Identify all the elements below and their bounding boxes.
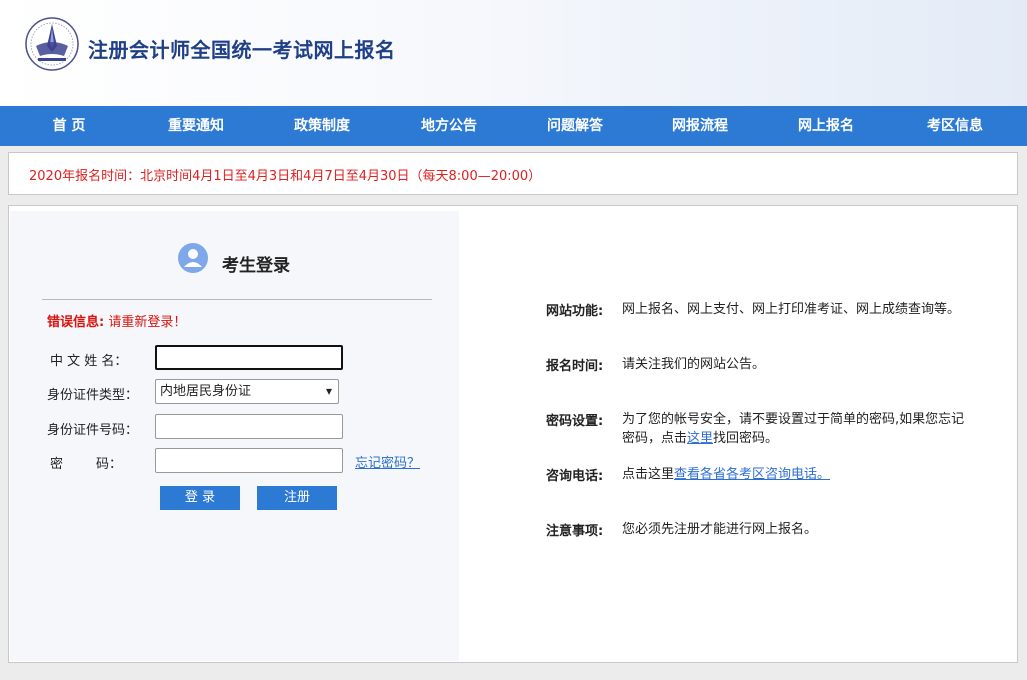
info-function-label: 网站功能: — [546, 304, 604, 319]
info-phone-text: 点击这里查看各省各考区咨询电话。 — [622, 465, 972, 484]
login-title: 考生登录 — [222, 256, 290, 276]
info-function-text: 网上报名、网上支付、网上打印准考证、网上成绩查询等。 — [622, 302, 961, 317]
info-password-text-1: 为了您的帐号安全，请不要设置过于简单的密码,如果您忘记密码，点击 — [622, 412, 965, 446]
nav-home[interactable]: 首 页 — [53, 106, 86, 146]
divider — [42, 299, 432, 300]
info-password-text: 为了您的帐号安全，请不要设置过于简单的密码,如果您忘记密码，点击这里找回密码。 — [622, 410, 972, 448]
info-phone-label: 咨询电话: — [546, 469, 604, 484]
nav-process[interactable]: 网报流程 — [672, 106, 728, 146]
nav-exam-area-info[interactable]: 考区信息 — [927, 106, 983, 146]
main-panel: 考生登录 错误信息: 请重新登录！ 中 文 姓 名： 身份证件类型： 内地居民身… — [8, 205, 1018, 663]
id-number-input[interactable] — [155, 414, 343, 439]
main-nav: 首 页 重要通知 政策制度 地方公告 问题解答 网报流程 网上报名 考区信息 — [0, 106, 1027, 146]
registration-notice: 2020年报名时间：北京时间4月1日至4月3日和4月7日至4月30日（每天8:0… — [8, 152, 1018, 195]
name-input[interactable] — [155, 345, 343, 370]
nav-local-announcements[interactable]: 地方公告 — [421, 106, 477, 146]
info-time-text: 请关注我们的网站公告。 — [622, 357, 766, 372]
password-input[interactable] — [155, 448, 343, 473]
info-password-text-2: 找回密码。 — [713, 431, 779, 446]
id-type-select[interactable]: 内地居民身份证 ▾ — [155, 379, 339, 404]
id-type-value: 内地居民身份证 — [160, 384, 252, 399]
error-label: 错误信息: — [47, 315, 105, 330]
cicpa-logo-icon — [24, 16, 80, 72]
login-button[interactable]: 登 录 — [160, 486, 240, 510]
info-password-label: 密码设置: — [546, 414, 604, 429]
error-message: 错误信息: 请重新登录！ — [47, 311, 186, 330]
nav-online-registration[interactable]: 网上报名 — [798, 106, 854, 146]
forgot-password-link[interactable]: 忘记密码？ — [355, 452, 420, 471]
phone-list-link[interactable]: 查看各省各考区咨询电话。 — [674, 467, 830, 482]
info-phone-prefix: 点击这里 — [622, 467, 675, 482]
id-number-label: 身份证件号码： — [47, 423, 139, 438]
user-icon — [178, 243, 208, 273]
chevron-down-icon: ▾ — [325, 384, 332, 398]
nav-policies[interactable]: 政策制度 — [294, 106, 350, 146]
header: 注册会计师全国统一考试网上报名 — [0, 0, 1027, 106]
name-label: 中 文 姓 名： — [50, 354, 128, 369]
info-notes-text: 您必须先注册才能进行网上报名。 — [622, 522, 818, 537]
nav-faq[interactable]: 问题解答 — [547, 106, 603, 146]
nav-important-notices[interactable]: 重要通知 — [168, 106, 224, 146]
id-type-label: 身份证件类型： — [47, 388, 139, 403]
register-button[interactable]: 注册 — [257, 486, 337, 510]
password-recovery-link[interactable]: 这里 — [687, 431, 713, 446]
password-label: 密 码： — [50, 457, 123, 472]
info-time-label: 报名时间: — [546, 359, 604, 374]
login-panel: 考生登录 错误信息: 请重新登录！ 中 文 姓 名： 身份证件类型： 内地居民身… — [10, 211, 459, 661]
site-title: 注册会计师全国统一考试网上报名 — [88, 38, 396, 62]
registration-time-text: 2020年报名时间：北京时间4月1日至4月3日和4月7日至4月30日（每天8:0… — [29, 169, 542, 184]
info-notes-label: 注意事项: — [546, 524, 604, 539]
error-text: 请重新登录！ — [104, 315, 187, 330]
